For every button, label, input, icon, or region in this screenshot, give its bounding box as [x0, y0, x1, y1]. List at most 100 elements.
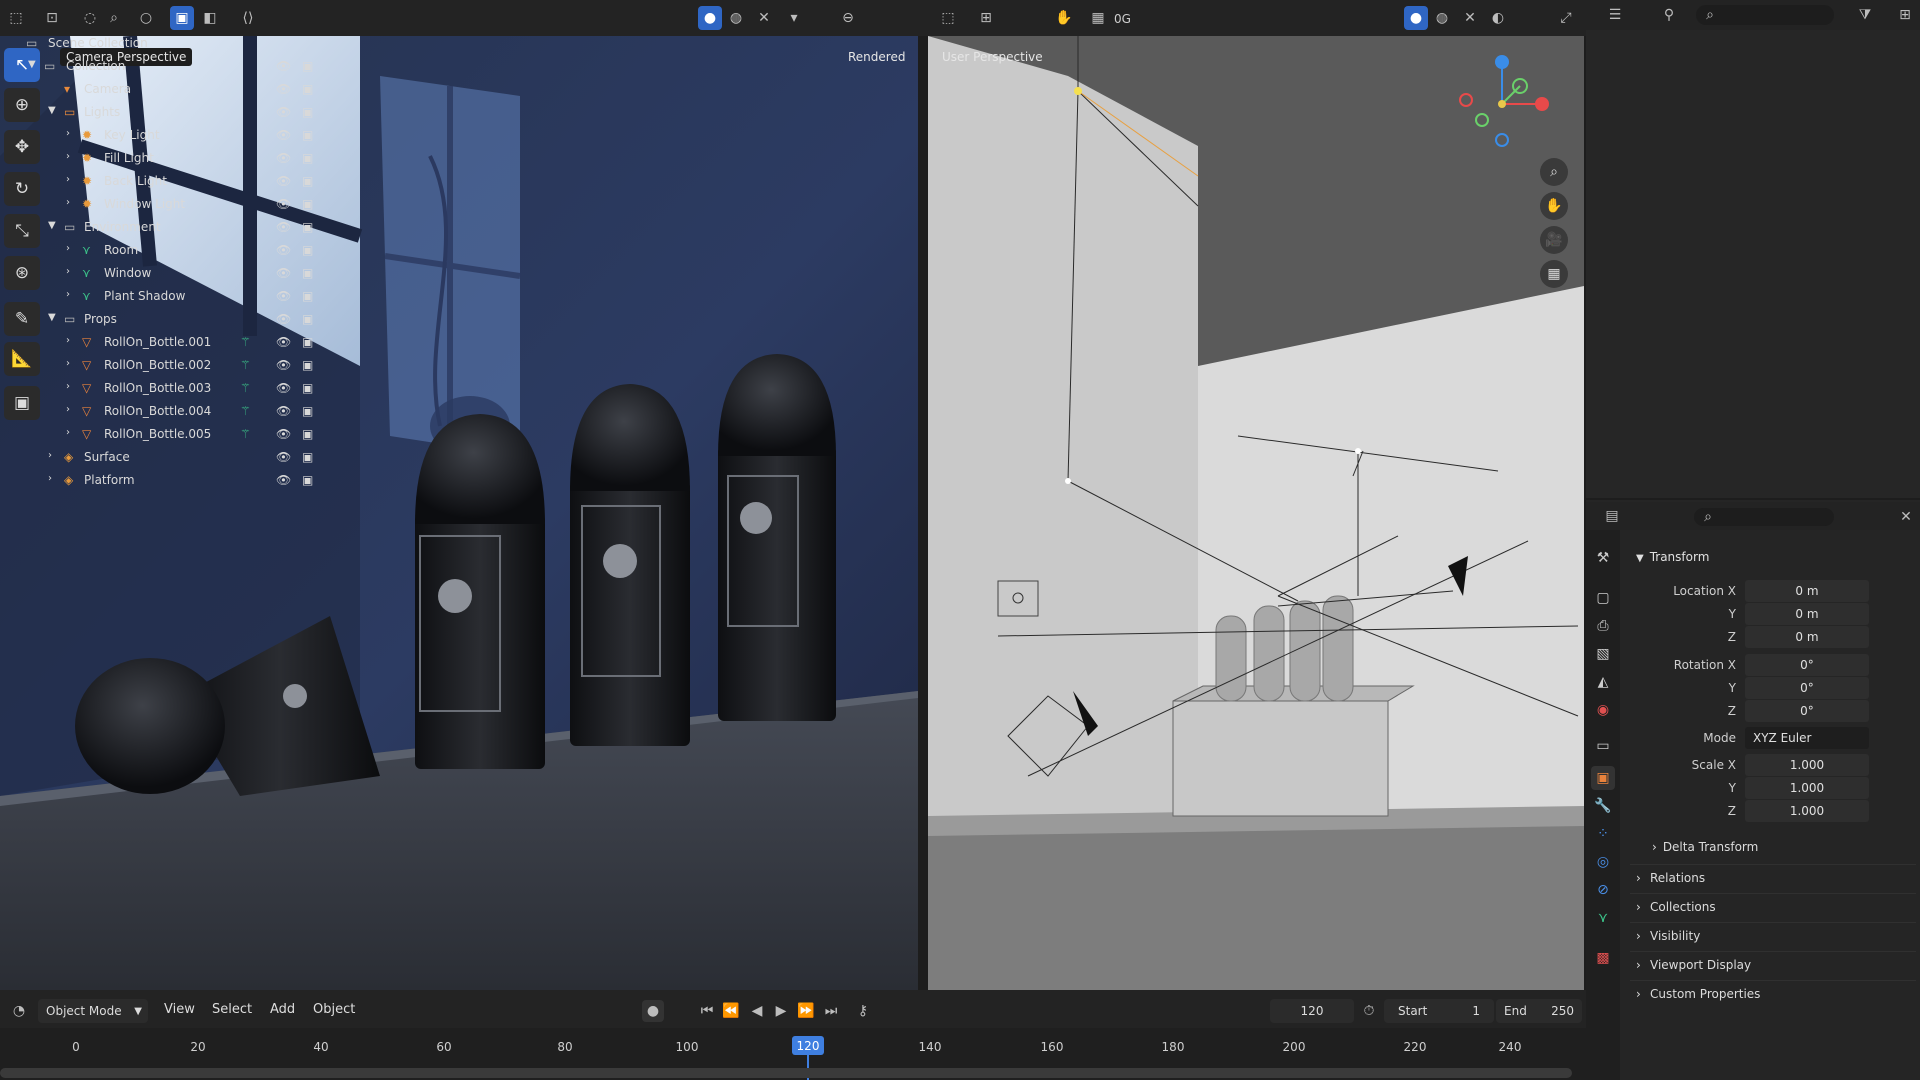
gizmo-icon[interactable]: ✕: [752, 6, 776, 30]
output-tab-icon[interactable]: ⎙: [1591, 614, 1615, 638]
eye-icon[interactable]: 👁: [276, 220, 291, 234]
overlay-value[interactable]: 0G: [1114, 12, 1131, 26]
outliner-row-environment[interactable]: ▼ ▭ Environment 👁 ▣: [0, 216, 334, 239]
menu-object[interactable]: Object: [313, 1002, 355, 1017]
camera-restrict-icon[interactable]: ▣: [302, 151, 313, 165]
prev-keyframe-icon[interactable]: ⏪: [720, 1000, 742, 1022]
camera-restrict-icon[interactable]: ▣: [302, 59, 313, 73]
keying-icon[interactable]: ⚷: [852, 1000, 874, 1022]
camera-restrict-icon[interactable]: ▣: [302, 174, 313, 188]
menu-add[interactable]: Add: [270, 1002, 295, 1017]
outliner-row-window-light[interactable]: › ✹ Window Light 👁 ▣: [0, 193, 334, 216]
modifier-tab-icon[interactable]: 🔧: [1591, 794, 1615, 818]
outliner-row-bottle-004[interactable]: › ▽ RollOn_Bottle.004 ⚚ 👁 ▣: [0, 400, 334, 423]
fullscreen-icon[interactable]: ⤢: [1554, 6, 1578, 30]
snap-icon[interactable]: ⊖: [836, 6, 860, 30]
eye-icon[interactable]: 👁: [276, 473, 291, 487]
material-right-icon[interactable]: ◍: [1430, 6, 1454, 30]
outliner-type-icon[interactable]: ☰: [1602, 4, 1628, 26]
overlays-dropdown-icon[interactable]: ▾: [782, 6, 806, 30]
location-x-field[interactable]: 0 m: [1745, 580, 1869, 602]
close-icon[interactable]: ✕: [1896, 507, 1916, 527]
camera-restrict-icon[interactable]: ▣: [302, 289, 313, 303]
eye-icon[interactable]: 👁: [276, 128, 291, 142]
outliner-row-camera[interactable]: ▾ Camera 👁 ▣: [0, 78, 334, 101]
render-region-icon[interactable]: ▦: [1086, 6, 1110, 30]
eye-icon[interactable]: 👁: [276, 381, 291, 395]
scale-y-field[interactable]: 1.000: [1745, 777, 1869, 799]
eye-icon[interactable]: 👁: [276, 174, 291, 188]
outliner-row-lights[interactable]: ▼ ▭ Lights 👁 ▣: [0, 101, 334, 124]
outliner-row-bottle-003[interactable]: › ▽ RollOn_Bottle.003 ⚚ 👁 ▣: [0, 377, 334, 400]
jump-end-icon[interactable]: ⏭: [820, 1000, 842, 1022]
overlay-icon[interactable]: ◧: [198, 6, 222, 30]
rotation-y-field[interactable]: 0°: [1745, 677, 1869, 699]
eye-icon[interactable]: 👁: [276, 82, 291, 96]
camera-restrict-icon[interactable]: ▣: [302, 381, 313, 395]
ortho-grid-icon[interactable]: ▦: [1540, 260, 1568, 288]
select-lasso-icon[interactable]: ⌕: [102, 6, 126, 30]
proportional-icon[interactable]: ⟨⟩: [236, 6, 260, 30]
texture-tab-icon[interactable]: ▩: [1591, 946, 1615, 970]
render-tab-icon[interactable]: ▢: [1591, 586, 1615, 610]
visibility-section[interactable]: › Visibility: [1630, 922, 1916, 948]
tool-tab-icon[interactable]: ⚒: [1591, 546, 1615, 570]
timeline-scrollbar[interactable]: [0, 1068, 1572, 1078]
camera-restrict-icon[interactable]: ▣: [302, 358, 313, 372]
camera-restrict-icon[interactable]: ▣: [302, 427, 313, 441]
rotation-mode-dropdown[interactable]: XYZ Euler: [1745, 727, 1869, 749]
editor-type-timeline-icon[interactable]: ◔: [6, 1000, 32, 1022]
eye-icon[interactable]: 👁: [276, 266, 291, 280]
eye-icon[interactable]: 👁: [276, 450, 291, 464]
outliner-row-scene-collection[interactable]: ▭ Scene Collection: [0, 32, 334, 55]
outliner-row-fill-light[interactable]: › ✹ Fill Light 👁 ▣: [0, 147, 334, 170]
zoom-icon[interactable]: ⌕: [1540, 158, 1568, 186]
outliner-row-platform[interactable]: › ◈ Platform 👁 ▣: [0, 469, 334, 492]
collection-tab-icon[interactable]: ▭: [1591, 734, 1615, 758]
stopwatch-icon[interactable]: ⏱: [1358, 1000, 1380, 1022]
select-circle-icon[interactable]: ◌: [78, 6, 102, 30]
object-mode-dropdown[interactable]: Object Mode ▼: [38, 999, 148, 1023]
location-y-field[interactable]: 0 m: [1745, 603, 1869, 625]
camera-restrict-icon[interactable]: ▣: [302, 197, 313, 211]
material-shading-icon[interactable]: ◍: [724, 6, 748, 30]
viewport-divider[interactable]: [918, 36, 928, 990]
outliner-row-surface[interactable]: › ◈ Surface 👁 ▣: [0, 446, 334, 469]
editor-type-icon[interactable]: ⬚: [4, 6, 28, 30]
relations-section[interactable]: › Relations: [1630, 864, 1916, 890]
navigation-gizmo[interactable]: [1452, 50, 1552, 150]
particles-tab-icon[interactable]: ⁘: [1591, 822, 1615, 846]
outliner-row-bottle-002[interactable]: › ▽ RollOn_Bottle.002 ⚚ 👁 ▣: [0, 354, 334, 377]
outliner-row-collection[interactable]: ▼ ▭ Collection 👁 ▣: [0, 55, 334, 78]
outliner-row-plant-shadow[interactable]: › ⋎ Plant Shadow 👁 ▣: [0, 285, 334, 308]
view-layer-tab-icon[interactable]: ▧: [1591, 642, 1615, 666]
solid-shading-right-icon[interactable]: ●: [1404, 6, 1428, 30]
solid-shading-icon[interactable]: ●: [698, 6, 722, 30]
camera-restrict-icon[interactable]: ▣: [302, 335, 313, 349]
location-z-field[interactable]: 0 m: [1745, 626, 1869, 648]
overlays-right-icon[interactable]: ◐: [1486, 6, 1510, 30]
camera-restrict-icon[interactable]: ▣: [302, 473, 313, 487]
eye-icon[interactable]: 👁: [276, 105, 291, 119]
eye-icon[interactable]: 👁: [276, 358, 291, 372]
eye-icon[interactable]: 👁: [276, 427, 291, 441]
current-frame-field[interactable]: 120: [1270, 999, 1354, 1023]
camera-restrict-icon[interactable]: ▣: [302, 266, 313, 280]
eye-icon[interactable]: 👁: [276, 289, 291, 303]
world-tab-icon[interactable]: ◉: [1591, 698, 1615, 722]
xray-icon[interactable]: ▣: [170, 6, 194, 30]
next-keyframe-icon[interactable]: ⏩: [795, 1000, 817, 1022]
camera-restrict-icon[interactable]: ▣: [302, 450, 313, 464]
outliner-row-key-light[interactable]: › ✹ Key Light 👁 ▣: [0, 124, 334, 147]
play-reverse-icon[interactable]: ◀: [746, 1000, 768, 1022]
rotation-x-field[interactable]: 0°: [1745, 654, 1869, 676]
camera-restrict-icon[interactable]: ▣: [302, 243, 313, 257]
delta-transform-section[interactable]: › Delta Transform: [1652, 840, 1758, 854]
outliner-row-window[interactable]: › ⋎ Window 👁 ▣: [0, 262, 334, 285]
eye-icon[interactable]: 👁: [276, 59, 291, 73]
scale-z-field[interactable]: 1.000: [1745, 800, 1869, 822]
start-frame-field[interactable]: Start 1: [1384, 999, 1494, 1023]
eye-icon[interactable]: 👁: [276, 197, 291, 211]
properties-type-icon[interactable]: ▤: [1598, 506, 1626, 526]
record-icon[interactable]: ●: [642, 1000, 664, 1022]
